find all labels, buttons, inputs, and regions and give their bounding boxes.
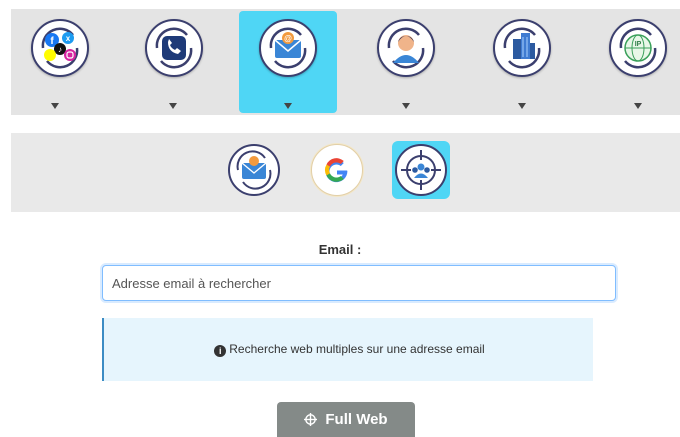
category-social-networks[interactable]: f x ♪ [11, 11, 109, 113]
chevron-down-icon[interactable] [169, 103, 177, 109]
google-icon [311, 144, 363, 196]
chevron-down-icon[interactable] [518, 103, 526, 109]
person-icon [377, 19, 435, 77]
subtool-bar [11, 133, 680, 212]
subtool-target-search[interactable] [392, 141, 450, 199]
info-message: i Recherche web multiples sur une adresse… [104, 342, 595, 357]
subtool-google[interactable] [308, 141, 366, 199]
category-bar: f x ♪ @ IP [11, 9, 680, 115]
subtool-email-lookup[interactable] [225, 141, 283, 199]
social-networks-icon: f x ♪ [31, 19, 89, 77]
chevron-down-icon[interactable] [402, 103, 410, 109]
ip-globe-icon: IP [609, 19, 667, 77]
info-alert: i Recherche web multiples sur une adresse… [102, 318, 593, 381]
email-icon: @ [259, 19, 317, 77]
target-group-icon [395, 144, 447, 196]
email-field-label: Email : [318, 242, 362, 257]
building-icon [493, 19, 551, 77]
info-text: Recherche web multiples sur une adresse … [229, 342, 485, 356]
category-person[interactable] [357, 11, 455, 113]
category-company[interactable] [473, 11, 571, 113]
category-email[interactable]: @ [239, 11, 337, 113]
phone-icon [145, 19, 203, 77]
chevron-down-icon[interactable] [284, 103, 292, 109]
svg-text:@: @ [284, 34, 292, 43]
category-ip[interactable]: IP [589, 11, 680, 113]
chevron-down-icon[interactable] [51, 103, 59, 109]
crosshair-icon [304, 413, 318, 426]
category-phone[interactable] [125, 11, 223, 113]
email-refresh-icon [228, 144, 280, 196]
svg-text:♪: ♪ [58, 45, 62, 54]
email-field[interactable] [102, 265, 616, 301]
full-web-button[interactable]: Full Web [277, 402, 415, 437]
svg-text:x: x [66, 34, 71, 43]
ip-badge: IP [635, 41, 642, 48]
info-icon: i [214, 345, 227, 357]
full-web-label: Full Web [325, 411, 388, 428]
chevron-down-icon[interactable] [634, 103, 642, 109]
